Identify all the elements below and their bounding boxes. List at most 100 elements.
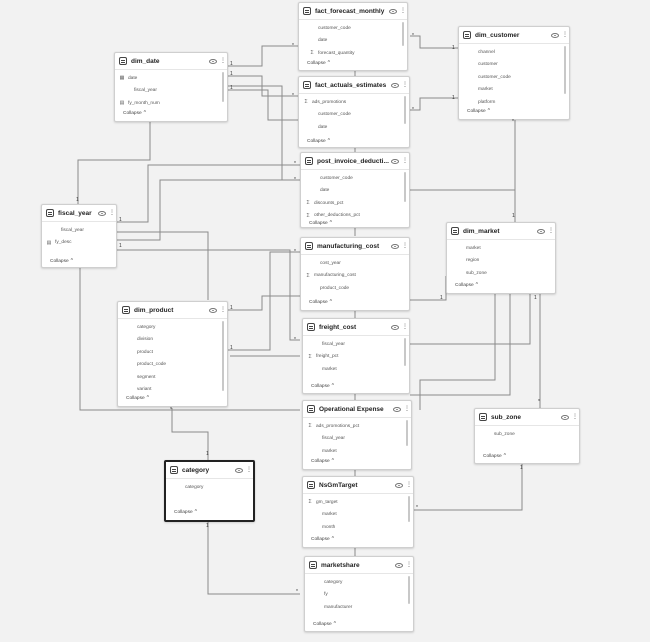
table-card-fiscal-year[interactable]: fiscal_year ⋮ fiscal_year ▤ fy_desc Collap… <box>41 204 117 268</box>
more-options-icon[interactable]: ⋮ <box>406 482 412 488</box>
more-options-icon[interactable]: ⋮ <box>406 562 412 568</box>
field-row[interactable]: fiscal_year <box>42 224 116 237</box>
scrollbar[interactable] <box>406 420 408 446</box>
field-row[interactable]: date <box>301 185 409 198</box>
field-row[interactable]: product <box>118 346 227 359</box>
visibility-icon[interactable] <box>395 482 403 488</box>
scrollbar[interactable] <box>222 72 224 102</box>
visibility-icon[interactable] <box>391 82 399 88</box>
field-row[interactable]: fiscal_year <box>115 85 227 98</box>
collapse-button[interactable]: Collapse ^ <box>307 138 330 144</box>
field-row[interactable]: channel <box>459 46 569 59</box>
field-row[interactable]: cost_year <box>301 257 409 270</box>
field-row[interactable]: Σmanufacturing_cost <box>301 270 409 283</box>
field-row[interactable]: sub_zone <box>447 267 555 280</box>
field-row[interactable]: market <box>303 445 411 458</box>
table-card-fact-forecast-monthly[interactable]: fact_forecast_monthly ⋮ customer_code dat… <box>298 2 408 71</box>
more-options-icon[interactable]: ⋮ <box>402 243 408 249</box>
more-options-icon[interactable]: ⋮ <box>220 307 226 313</box>
more-options-icon[interactable]: ⋮ <box>109 210 115 216</box>
field-row[interactable]: customer_code <box>299 109 409 122</box>
table-card-dim-customer[interactable]: dim_customer ⋮ channel customer customer_… <box>458 26 570 120</box>
field-row[interactable]: ▤ fy_desc <box>42 237 116 250</box>
visibility-icon[interactable] <box>98 210 106 216</box>
scrollbar[interactable] <box>564 46 566 94</box>
field-row[interactable]: market <box>459 84 569 97</box>
collapse-button[interactable]: Collapse ^ <box>174 509 197 515</box>
more-options-icon[interactable]: ⋮ <box>400 8 406 14</box>
more-options-icon[interactable]: ⋮ <box>404 406 410 412</box>
field-row[interactable]: platform <box>459 96 569 109</box>
field-row[interactable]: date <box>299 121 409 134</box>
visibility-icon[interactable] <box>537 228 545 234</box>
visibility-icon[interactable] <box>391 324 399 330</box>
field-row[interactable]: Σdiscounts_pct <box>301 197 409 210</box>
table-card-sub-zone[interactable]: sub_zone ⋮ sub_zone Collapse ^ <box>474 408 580 464</box>
visibility-icon[interactable] <box>209 58 217 64</box>
table-card-marketshare[interactable]: marketshare ⋮ category fy manufacturer Co… <box>304 556 414 632</box>
field-row[interactable]: segment <box>118 371 227 384</box>
table-card-post-invoice-deductions[interactable]: post_invoice_deducti... ⋮ customer_code d… <box>300 152 410 228</box>
collapse-button[interactable]: Collapse ^ <box>309 299 332 305</box>
collapse-button[interactable]: Collapse ^ <box>311 383 334 389</box>
field-row[interactable]: customer_code <box>299 22 407 35</box>
collapse-button[interactable]: Collapse ^ <box>126 395 149 401</box>
visibility-icon[interactable] <box>393 406 401 412</box>
field-row[interactable]: ▤ fy_month_num <box>115 97 227 110</box>
field-row[interactable]: customer_code <box>459 71 569 84</box>
field-row[interactable]: Σgm_target <box>303 496 413 509</box>
collapse-button[interactable]: Collapse ^ <box>311 536 334 542</box>
scrollbar[interactable] <box>404 172 406 202</box>
field-row[interactable]: fiscal_year <box>303 338 409 351</box>
field-row[interactable]: month <box>303 521 413 534</box>
scrollbar[interactable] <box>402 22 404 46</box>
visibility-icon[interactable] <box>391 243 399 249</box>
table-card-freight-cost[interactable]: freight_cost ⋮ fiscal_year Σfreight_pct m… <box>302 318 410 394</box>
field-row[interactable]: product_code <box>301 282 409 295</box>
table-card-dim-product[interactable]: dim_product ⋮ category division product p… <box>117 301 228 407</box>
field-row[interactable]: Σforecast_quantity <box>299 47 407 60</box>
more-options-icon[interactable]: ⋮ <box>562 32 568 38</box>
more-options-icon[interactable]: ⋮ <box>246 467 252 473</box>
field-row[interactable]: customer <box>459 59 569 72</box>
field-row[interactable]: ▦ date <box>115 72 227 85</box>
table-card-category[interactable]: category ⋮ category Collapse ^ <box>164 460 255 522</box>
field-row[interactable]: region <box>447 255 555 268</box>
field-row[interactable]: sub_zone <box>475 428 579 441</box>
scrollbar[interactable] <box>408 576 410 604</box>
field-row[interactable]: customer_code <box>301 172 409 185</box>
field-row[interactable]: market <box>303 509 413 522</box>
table-card-manufacturing-cost[interactable]: manufacturing_cost ⋮ cost_year Σmanufactu… <box>300 237 410 311</box>
table-card-operational-expense[interactable]: Operational Expense ⋮ Σads_promotions_pct… <box>302 400 412 470</box>
field-row[interactable]: Σads_promotions <box>299 96 409 109</box>
collapse-button[interactable]: Collapse ^ <box>123 110 146 116</box>
scrollbar[interactable] <box>404 96 406 124</box>
collapse-button[interactable]: Collapse ^ <box>309 220 332 226</box>
more-options-icon[interactable]: ⋮ <box>402 82 408 88</box>
visibility-icon[interactable] <box>209 307 217 313</box>
table-card-nsgm-target[interactable]: NsGmTarget ⋮ Σgm_target market month Coll… <box>302 476 414 548</box>
field-row[interactable]: manufacturer <box>305 601 413 614</box>
table-card-dim-date[interactable]: dim_date ⋮ ▦ date fiscal_year ▤ fy_month_nu… <box>114 52 228 122</box>
collapse-button[interactable]: Collapse ^ <box>307 60 330 66</box>
more-options-icon[interactable]: ⋮ <box>220 58 226 64</box>
model-diagram-canvas[interactable]: fact_forecast_monthly ⋮ customer_code dat… <box>0 0 650 642</box>
collapse-button[interactable]: Collapse ^ <box>455 282 478 288</box>
table-card-fact-actuals-estimates[interactable]: fact_actuals_estimates ⋮ Σads_promotions … <box>298 76 410 148</box>
field-row[interactable]: division <box>118 334 227 347</box>
field-row[interactable]: market <box>447 242 555 255</box>
collapse-button[interactable]: Collapse ^ <box>311 458 334 464</box>
field-row[interactable]: product_code <box>118 359 227 372</box>
more-options-icon[interactable]: ⋮ <box>548 228 554 234</box>
visibility-icon[interactable] <box>235 467 243 473</box>
scrollbar[interactable] <box>404 338 406 366</box>
visibility-icon[interactable] <box>389 8 397 14</box>
field-row[interactable]: fy <box>305 589 413 602</box>
field-row[interactable]: category <box>166 481 253 494</box>
visibility-icon[interactable] <box>395 562 403 568</box>
scrollbar[interactable] <box>222 321 224 391</box>
more-options-icon[interactable]: ⋮ <box>402 324 408 330</box>
table-card-dim-market[interactable]: dim_market ⋮ market region sub_zone Colla… <box>446 222 556 294</box>
field-row[interactable]: Σfreight_pct <box>303 351 409 364</box>
collapse-button[interactable]: Collapse ^ <box>313 621 336 627</box>
